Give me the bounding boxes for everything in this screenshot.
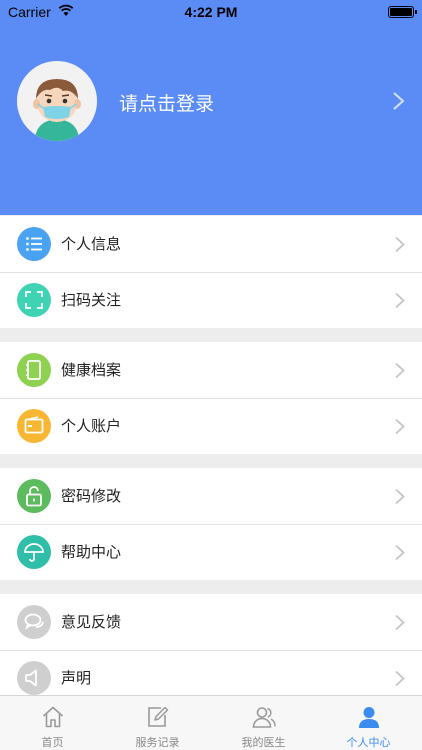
user-icon xyxy=(359,707,379,728)
chevron-right-icon xyxy=(395,292,405,309)
menu-item-personal-account[interactable]: 个人账户 xyxy=(0,398,422,454)
menu-item-label: 密码修改 xyxy=(61,487,122,505)
chevron-right-icon xyxy=(395,544,405,561)
chevron-right-icon xyxy=(395,418,405,435)
doctors-icon xyxy=(252,707,276,728)
chevron-right-icon xyxy=(395,236,405,253)
menu-item-label: 意见反馈 xyxy=(61,613,122,631)
avatar-illustration-icon xyxy=(17,61,97,141)
menu-item-health-records[interactable]: 健康档案 xyxy=(0,342,422,398)
status-bar: Carrier 4:22 PM xyxy=(0,0,422,24)
menu-item-feedback[interactable]: 意见反馈 xyxy=(0,594,422,650)
menu-item-help-center[interactable]: 帮助中心 xyxy=(0,524,422,580)
menu-item-label: 健康档案 xyxy=(61,361,122,379)
chevron-right-icon xyxy=(395,488,405,505)
tab-label: 我的医生 xyxy=(241,736,286,749)
tab-my-doctors[interactable]: 我的医生 xyxy=(211,696,316,750)
menu-item-label: 扫码关注 xyxy=(61,291,122,309)
login-prompt[interactable]: 请点击登录 xyxy=(119,89,214,116)
battery-icon xyxy=(388,6,417,18)
scan-icon xyxy=(17,283,51,317)
tab-personal-center[interactable]: 个人中心 xyxy=(316,696,421,750)
umbrella-icon xyxy=(17,535,51,569)
tab-label: 个人中心 xyxy=(346,736,391,749)
menu-group-profile: 个人信息 扫码关注 xyxy=(0,216,422,328)
menu-item-change-password[interactable]: 密码修改 xyxy=(0,468,422,524)
menu-item-personal-info[interactable]: 个人信息 xyxy=(0,216,422,272)
chevron-right-icon xyxy=(395,670,405,687)
menu-group-settings: 密码修改 帮助中心 xyxy=(0,468,422,580)
chevron-right-icon xyxy=(393,92,405,110)
home-icon xyxy=(42,706,64,728)
chevron-right-icon xyxy=(395,362,405,379)
clock: 4:22 PM xyxy=(184,4,238,20)
tab-label: 服务记录 xyxy=(135,736,180,749)
tab-label: 首页 xyxy=(41,736,64,749)
chevron-right-icon xyxy=(395,614,405,631)
wallet-icon xyxy=(17,409,51,443)
menu-item-label: 个人账户 xyxy=(61,417,122,435)
tab-service-records[interactable]: 服务记录 xyxy=(105,696,210,750)
list-icon xyxy=(17,227,51,261)
menu-group-health: 健康档案 个人账户 xyxy=(0,342,422,454)
chat-icon xyxy=(17,605,51,639)
menu-item-scan-follow[interactable]: 扫码关注 xyxy=(0,272,422,328)
menu-item-label: 个人信息 xyxy=(61,235,122,253)
tab-bar: 首页 服务记录 我的医生 个人中心 xyxy=(0,695,422,750)
avatar[interactable] xyxy=(17,61,97,141)
notebook-icon xyxy=(17,353,51,387)
edit-icon xyxy=(148,706,169,727)
speaker-icon xyxy=(17,661,51,695)
menu-item-label: 帮助中心 xyxy=(61,543,122,561)
menu-item-label: 声明 xyxy=(61,669,92,687)
menu-group-feedback: 意见反馈 声明 xyxy=(0,594,422,706)
tab-home[interactable]: 首页 xyxy=(0,696,105,750)
lock-icon xyxy=(17,479,51,513)
